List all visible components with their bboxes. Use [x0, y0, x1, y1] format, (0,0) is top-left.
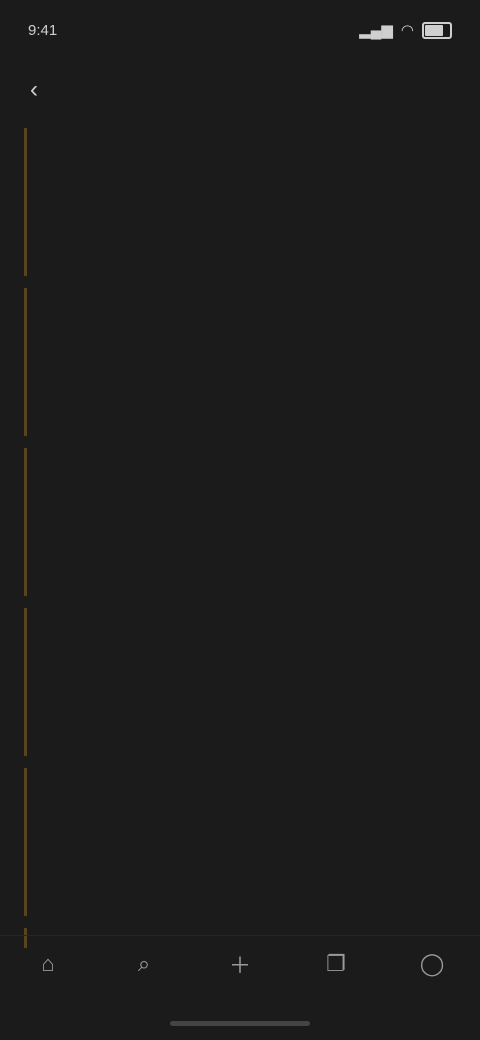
bottom-nav: ⌂ ⌕ ＋ ❐ ◯: [0, 935, 480, 992]
list-item[interactable]: [24, 608, 456, 756]
item-list: [0, 128, 480, 948]
list-item[interactable]: [24, 768, 456, 916]
search-icon[interactable]: ⌕: [114, 944, 174, 984]
status-right: ▂▄▆ ◠: [359, 21, 452, 39]
add-icon[interactable]: ＋: [210, 944, 270, 984]
profile-icon[interactable]: ◯: [402, 944, 462, 984]
list-item[interactable]: [24, 448, 456, 596]
home-indicator[interactable]: [170, 1021, 310, 1026]
list-item[interactable]: [24, 128, 456, 276]
bookmark-icon[interactable]: ❐: [306, 944, 366, 984]
header: ‹: [0, 60, 480, 120]
wifi-icon: ◠: [400, 22, 414, 39]
status-left: 9:41: [28, 22, 57, 39]
status-bar: 9:41 ▂▄▆ ◠: [0, 0, 480, 60]
battery-icon: [422, 21, 452, 39]
clock: 9:41: [28, 21, 58, 39]
back-arrow-icon[interactable]: ‹: [20, 76, 48, 104]
home-icon[interactable]: ⌂: [18, 944, 78, 984]
signal-icon: ▂▄▆: [359, 22, 393, 39]
list-item[interactable]: [24, 288, 456, 436]
